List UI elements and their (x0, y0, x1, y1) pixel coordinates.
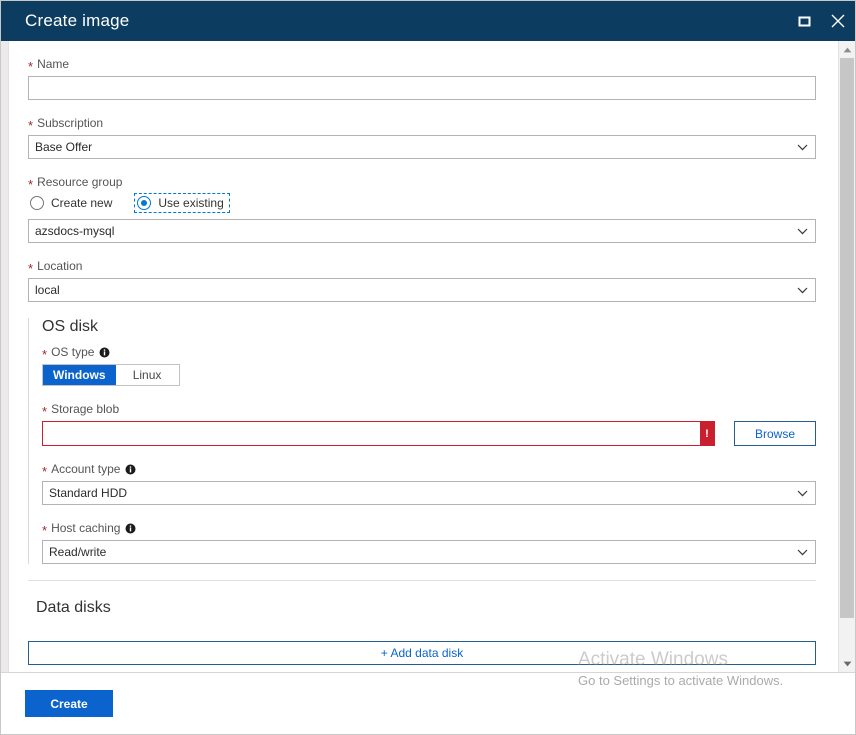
os-type-windows[interactable]: Windows (43, 365, 116, 385)
info-icon[interactable] (99, 347, 110, 358)
window-body: * Name * Subscription Base Offer * Resou… (1, 41, 855, 672)
browse-button[interactable]: Browse (734, 421, 816, 446)
location-select[interactable]: local (28, 278, 816, 302)
required-asterisk: * (28, 261, 34, 276)
storage-blob-label-text: Storage blob (51, 402, 120, 416)
chevron-down-icon (797, 490, 808, 497)
location-label: * Location (28, 259, 816, 276)
scrollbar-thumb[interactable] (840, 58, 854, 618)
required-asterisk: * (28, 59, 34, 74)
chevron-down-icon (797, 549, 808, 556)
required-asterisk: * (28, 177, 34, 192)
os-type-label-text: OS type (51, 345, 95, 359)
required-asterisk: * (42, 404, 48, 419)
subscription-label: * Subscription (28, 116, 816, 133)
scrollbar-track[interactable] (839, 58, 855, 655)
host-caching-label: * Host caching (42, 521, 816, 538)
chevron-down-icon (797, 144, 808, 151)
required-asterisk: * (42, 523, 48, 538)
host-caching-label-text: Host caching (51, 521, 121, 535)
add-data-disk-button[interactable]: + Add data disk (28, 641, 816, 665)
name-label: * Name (28, 57, 816, 74)
create-image-window: Create image * Name * Subscription Base … (0, 0, 856, 735)
required-asterisk: * (42, 464, 48, 479)
radio-circle-selected-icon (137, 196, 152, 210)
field-os-type: * OS type Windows Linux (42, 345, 816, 386)
resource-group-select[interactable]: azsdocs-mysql (28, 219, 816, 243)
data-disks-section: Data disks + Add data disk (28, 599, 816, 665)
subscription-select[interactable]: Base Offer (28, 135, 816, 159)
radio-use-existing[interactable]: Use existing (134, 193, 230, 213)
resource-group-label: * Resource group (28, 175, 816, 192)
create-button[interactable]: Create (25, 690, 113, 717)
os-disk-title: OS disk (42, 318, 99, 335)
resource-group-label-text: Resource group (37, 175, 123, 189)
close-icon[interactable] (821, 1, 855, 41)
window-titlebar: Create image (1, 1, 855, 41)
resource-group-radios: Create new Use existing (28, 193, 816, 213)
host-caching-select[interactable]: Read/write (42, 540, 816, 564)
field-subscription: * Subscription Base Offer (28, 116, 816, 159)
os-type-linux[interactable]: Linux (115, 365, 179, 385)
field-account-type: * Account type Standard HDD (42, 462, 816, 505)
data-disks-title: Data disks (36, 599, 111, 616)
chevron-down-icon (797, 228, 808, 235)
name-label-text: Name (37, 57, 70, 71)
scroll-down-arrow-icon[interactable] (839, 655, 855, 672)
maximize-icon[interactable] (787, 1, 821, 41)
chevron-down-icon (797, 287, 808, 294)
subscription-label-text: Subscription (37, 116, 104, 130)
radio-circle-icon (30, 196, 44, 210)
field-host-caching: * Host caching Read/write (42, 521, 816, 564)
location-value: local (35, 283, 60, 297)
left-gutter (1, 41, 9, 672)
required-asterisk: * (42, 347, 48, 362)
account-type-label: * Account type (42, 462, 816, 479)
account-type-select[interactable]: Standard HDD (42, 481, 816, 505)
field-resource-group: * Resource group Create new Use existing… (28, 175, 816, 243)
vertical-scrollbar[interactable] (838, 41, 855, 672)
radio-create-new-label: Create new (51, 196, 113, 210)
info-icon[interactable] (125, 464, 136, 475)
radio-use-existing-label: Use existing (158, 196, 224, 210)
os-disk-section: OS disk * OS type Windows Linux * Storag… (28, 318, 816, 564)
window-title: Create image (25, 11, 130, 30)
field-location: * Location local (28, 259, 816, 302)
field-storage-blob: * Storage blob ! Browse (42, 402, 816, 446)
os-type-label: * OS type (42, 345, 816, 362)
account-type-label-text: Account type (51, 462, 121, 476)
os-type-toggle: Windows Linux (42, 364, 180, 386)
host-caching-value: Read/write (49, 545, 107, 559)
location-label-text: Location (37, 259, 83, 273)
window-controls (787, 1, 855, 41)
info-icon[interactable] (125, 523, 136, 534)
storage-blob-label: * Storage blob (42, 402, 816, 419)
storage-blob-input[interactable]: ! (42, 421, 715, 446)
form-content: * Name * Subscription Base Offer * Resou… (9, 41, 838, 672)
window-footer: Create (1, 672, 855, 734)
os-disk-divider (28, 580, 816, 581)
storage-blob-row: ! Browse (42, 421, 816, 446)
required-asterisk: * (28, 118, 34, 133)
name-input[interactable] (28, 76, 816, 100)
account-type-value: Standard HDD (49, 486, 128, 500)
resource-group-value: azsdocs-mysql (35, 224, 115, 238)
radio-create-new[interactable]: Create new (28, 194, 117, 212)
field-name: * Name (28, 57, 816, 100)
error-badge-icon: ! (700, 422, 714, 445)
scroll-up-arrow-icon[interactable] (839, 41, 855, 58)
subscription-value: Base Offer (35, 140, 93, 154)
